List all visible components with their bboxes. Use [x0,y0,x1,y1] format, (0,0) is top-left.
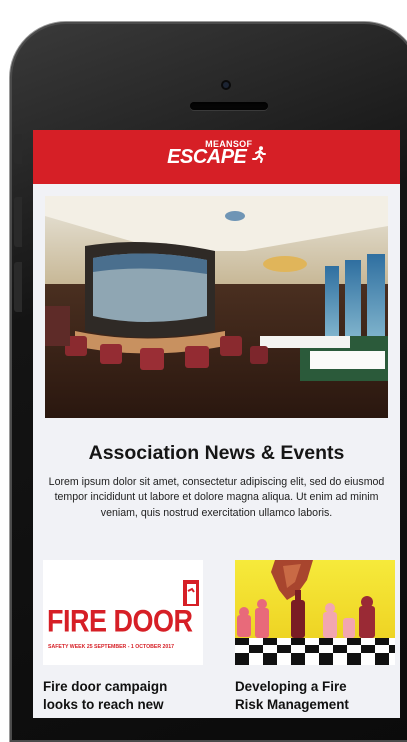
article-card-fire-door[interactable]: FIRE DOOR SAFETY WEEK 25 SEPTEMBER - 1 O… [43,560,203,714]
article-cards: FIRE DOOR SAFETY WEEK 25 SEPTEMBER - 1 O… [43,560,395,714]
article-title-fire-door[interactable]: Fire door campaign looks to reach new [43,678,203,714]
front-camera [223,82,229,88]
logo-small-text: MEANSOF [205,138,253,149]
article-card-risk-management[interactable]: Developing a Fire Risk Management [235,560,395,714]
article-title-risk-management[interactable]: Developing a Fire Risk Management [235,678,395,714]
article-title-line: Developing a Fire [235,679,347,694]
fire-door-logo-text: FIRE DOOR [47,603,193,639]
means-of-escape-logo[interactable]: MEANSOF ESCAPE [167,139,266,169]
article-title-line: Fire door campaign [43,679,168,694]
article-title-line: looks to reach new [43,697,164,712]
mute-switch [14,134,22,164]
fire-door-safety-week-thumbnail[interactable]: FIRE DOOR SAFETY WEEK 25 SEPTEMBER - 1 O… [43,560,203,665]
phone-screen: MEANSOF ESCAPE Association News & Events… [33,130,400,718]
article-title-line: Risk Management [235,697,349,712]
chess-pieces-hand-illustration[interactable] [235,560,395,665]
logo-main-text: ESCAPE [167,145,247,168]
running-figure-icon [251,145,266,167]
fire-door-dates-text: SAFETY WEEK 25 SEPTEMBER - 1 OCTOBER 201… [48,644,175,650]
restaurant-interior-photo[interactable] [45,196,388,418]
brand-header: MEANSOF ESCAPE [33,130,400,184]
section-body-text: Lorem ipsum dolor sit amet, consectetur … [48,476,385,519]
earpiece-speaker [190,102,268,110]
volume-up-button [14,197,22,247]
section-title: Association News & Events [88,442,345,464]
volume-down-button [14,262,22,312]
